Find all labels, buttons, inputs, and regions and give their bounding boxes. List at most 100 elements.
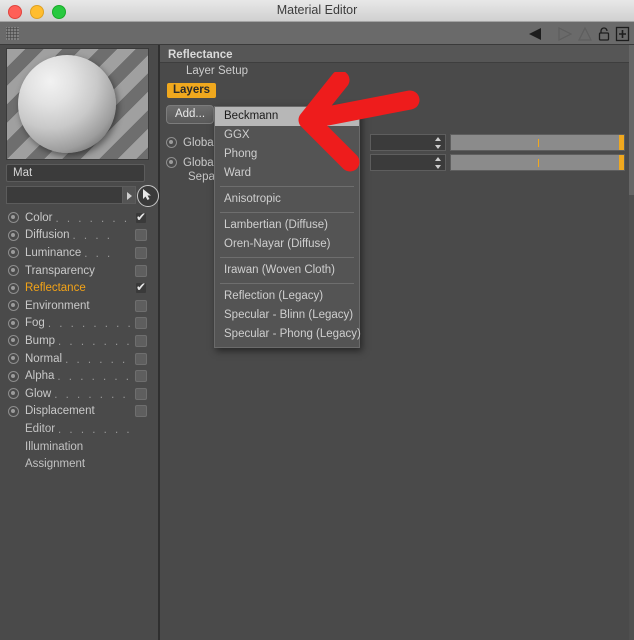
channel-checkbox[interactable] (135, 264, 147, 277)
channel-row-color[interactable]: Color. . . . . . . (0, 209, 159, 227)
channel-label: Displacement (25, 405, 95, 418)
window-titlebar: Material Editor (0, 0, 634, 22)
channel-row-bump[interactable]: Bump. . . . . . . (0, 332, 159, 350)
dotted-grip-icon[interactable] (6, 27, 19, 40)
channel-label: Fog (25, 317, 45, 330)
channel-row-environment[interactable]: Environment (0, 297, 159, 315)
global-reflection-numberbox[interactable] (370, 134, 446, 151)
radio-icon[interactable] (8, 229, 19, 241)
sidebar-item-dots: . . . . . . . (58, 423, 133, 436)
forward-triangle-icon[interactable] (553, 26, 573, 42)
channel-list: Color. . . . . . .Diffusion. . . .Lumina… (0, 209, 159, 473)
reflectance-type-dropdown-menu[interactable]: Beckmann GGX Phong Ward Anisotropic Lambertia… (214, 106, 361, 348)
channel-row-transparency[interactable]: Transparency (0, 262, 159, 280)
spinner-arrows-icon[interactable] (434, 136, 443, 150)
radio-icon[interactable] (8, 335, 19, 347)
channel-checkbox[interactable] (135, 229, 147, 242)
channel-label: Reflectance (25, 282, 86, 295)
sidebar-item-label: Illumination (25, 440, 84, 453)
channel-row-alpha[interactable]: Alpha. . . . . . . (0, 367, 159, 385)
menu-item-ggx[interactable]: GGX (215, 126, 359, 145)
channel-row-luminance[interactable]: Luminance. . . (0, 244, 159, 262)
radio-icon[interactable] (8, 282, 19, 294)
slider-tick-icon (537, 139, 539, 147)
channel-label: Environment (25, 299, 90, 312)
menu-item-ward[interactable]: Ward (215, 164, 359, 183)
global-specular-numberbox[interactable] (370, 154, 446, 171)
channel-label: Diffusion (25, 229, 70, 242)
menu-item-phong[interactable]: Phong (215, 145, 359, 164)
global-reflection-slider[interactable] (450, 134, 625, 151)
up-triangle-icon[interactable] (577, 26, 593, 42)
radio-icon[interactable] (166, 157, 177, 168)
menu-item-specular-phong-legacy[interactable]: Specular - Phong (Legacy) (215, 325, 361, 344)
radio-icon[interactable] (166, 137, 177, 148)
radio-icon[interactable] (8, 317, 19, 329)
material-preview-thumbnail[interactable] (6, 48, 149, 160)
triangle-right-icon[interactable] (123, 186, 136, 204)
channel-checkbox[interactable] (135, 280, 147, 295)
menu-item-beckmann[interactable]: Beckmann (215, 107, 359, 126)
menu-item-irawan-woven-cloth[interactable]: Irawan (Woven Cloth) (215, 261, 359, 280)
sidebar-item-label: Editor (25, 422, 56, 435)
channel-checkbox[interactable] (135, 246, 147, 259)
radio-icon[interactable] (8, 370, 19, 382)
channel-row-glow[interactable]: Glow. . . . . . . . (0, 385, 159, 403)
filter-input[interactable] (6, 186, 123, 204)
channel-row-diffusion[interactable]: Diffusion. . . . (0, 227, 159, 245)
channel-checkbox[interactable] (135, 299, 147, 312)
menu-item-anisotropic[interactable]: Anisotropic (215, 190, 359, 209)
plus-box-icon[interactable] (615, 26, 630, 42)
layer-setup-label: Layer Setup (186, 65, 249, 77)
radio-icon[interactable] (8, 405, 19, 417)
sidebar-item-editor[interactable]: Editor. . . . . . . (0, 420, 159, 438)
channel-label: Normal (25, 352, 63, 365)
scrollbar-thumb[interactable] (629, 45, 634, 195)
global-specular-slider[interactable] (450, 154, 625, 171)
lock-icon[interactable] (597, 26, 611, 42)
panel-header: Reflectance (160, 45, 634, 63)
material-name-field[interactable]: Mat (6, 164, 145, 182)
menu-item-lambertian-diffuse[interactable]: Lambertian (Diffuse) (215, 216, 359, 235)
channel-row-displacement[interactable]: Displacement (0, 403, 159, 421)
channel-dots: . . . . . . . . (54, 388, 132, 401)
preview-sphere-icon (18, 55, 116, 153)
radio-icon[interactable] (8, 300, 19, 312)
radio-icon[interactable] (8, 265, 19, 277)
channel-row-normal[interactable]: Normal. . . . . . (0, 350, 159, 368)
back-triangle-icon[interactable] (527, 26, 549, 42)
spinner-arrows-icon[interactable] (434, 156, 443, 170)
slider-knob[interactable] (619, 135, 624, 150)
global-reflection-row[interactable]: Global (166, 133, 216, 152)
radio-icon[interactable] (8, 247, 19, 259)
menu-item-specular-blinn-legacy[interactable]: Specular - Blinn (Legacy) (215, 306, 359, 325)
channel-row-fog[interactable]: Fog. . . . . . . . (0, 315, 159, 333)
channel-checkbox[interactable] (135, 334, 147, 347)
cursor-picker-icon[interactable] (137, 185, 159, 207)
channel-dots: . . . . . . (65, 353, 128, 366)
channel-dots: . . . (84, 247, 113, 260)
channel-dots: . . . . . . . (57, 371, 132, 384)
radio-icon[interactable] (8, 353, 19, 365)
global-specular-row[interactable]: Global (166, 153, 216, 172)
layers-tab-button[interactable]: Layers (167, 83, 217, 98)
column-divider (159, 45, 160, 640)
channel-checkbox[interactable] (135, 405, 147, 418)
channel-label: Bump (25, 334, 56, 347)
channel-checkbox[interactable] (135, 317, 147, 330)
channel-checkbox[interactable] (135, 370, 147, 383)
radio-icon[interactable] (8, 212, 19, 224)
channel-checkbox[interactable] (135, 387, 147, 400)
menu-item-oren-nayar-diffuse[interactable]: Oren-Nayar (Diffuse) (215, 235, 359, 254)
channel-checkbox[interactable] (135, 210, 147, 224)
add-layer-button[interactable]: Add... (166, 105, 214, 124)
menu-item-reflection-legacy[interactable]: Reflection (Legacy) (215, 287, 359, 306)
channel-row-reflectance[interactable]: Reflectance (0, 279, 159, 297)
sidebar-item-assignment[interactable]: Assignment (0, 455, 159, 473)
channel-checkbox[interactable] (135, 352, 147, 365)
menu-separator (220, 212, 354, 213)
radio-icon[interactable] (8, 388, 19, 400)
vertical-scrollbar[interactable] (629, 45, 634, 640)
sidebar-item-illumination[interactable]: Illumination (0, 438, 159, 456)
slider-knob[interactable] (619, 155, 624, 170)
